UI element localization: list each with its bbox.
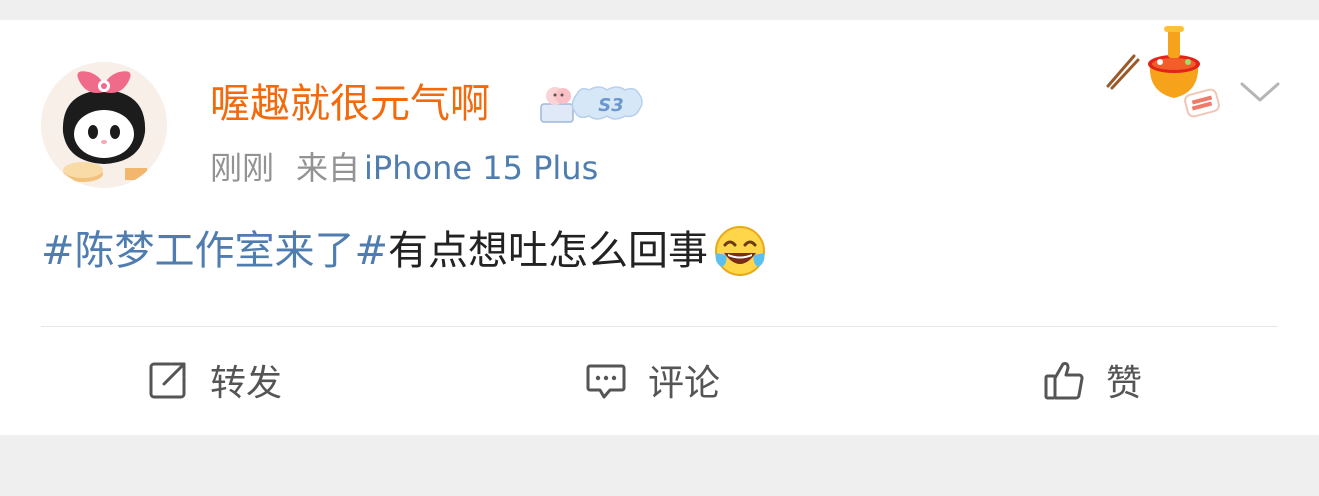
source-device[interactable]: iPhone 15 Plus (364, 149, 598, 187)
hotpot-decoration-icon (1098, 22, 1228, 122)
chevron-down-icon[interactable] (1238, 76, 1282, 106)
feed-separator (0, 435, 1319, 496)
post-time: 刚刚 (210, 149, 275, 187)
thumbs-up-icon (1044, 362, 1084, 400)
avatar[interactable] (41, 62, 167, 188)
like-button[interactable]: 赞 (1042, 350, 1142, 410)
divider (41, 326, 1278, 327)
laugh-cry-emoji (715, 226, 766, 276)
like-label: 赞 (1106, 363, 1143, 404)
badge-text: S3 (598, 95, 624, 116)
post-text: #陈梦工作室来了# 有点想吐怎么回事 (41, 223, 768, 279)
repost-button[interactable]: 转发 (146, 350, 282, 410)
topic-link[interactable]: #陈梦工作室来了# (41, 223, 388, 279)
comment-button[interactable]: 评论 (584, 350, 720, 410)
comment-icon (586, 364, 626, 399)
post-body: 有点想吐怎么回事 (388, 228, 709, 274)
username[interactable]: 喔趣就很元气啊 (210, 80, 490, 128)
source-label: 来自 (296, 149, 361, 187)
comment-label: 评论 (648, 363, 721, 404)
repost-label: 转发 (210, 363, 283, 404)
post-card: 喔趣就很元气啊 S3 刚刚 来自 iPhone 15 Plus #陈梦工作室来了… (0, 20, 1319, 435)
sticker-badge-icon[interactable]: S3 (537, 82, 649, 126)
post-meta: 刚刚 来自 iPhone 15 Plus (210, 148, 598, 188)
repost-icon (149, 362, 186, 399)
avatar-image (41, 62, 167, 188)
